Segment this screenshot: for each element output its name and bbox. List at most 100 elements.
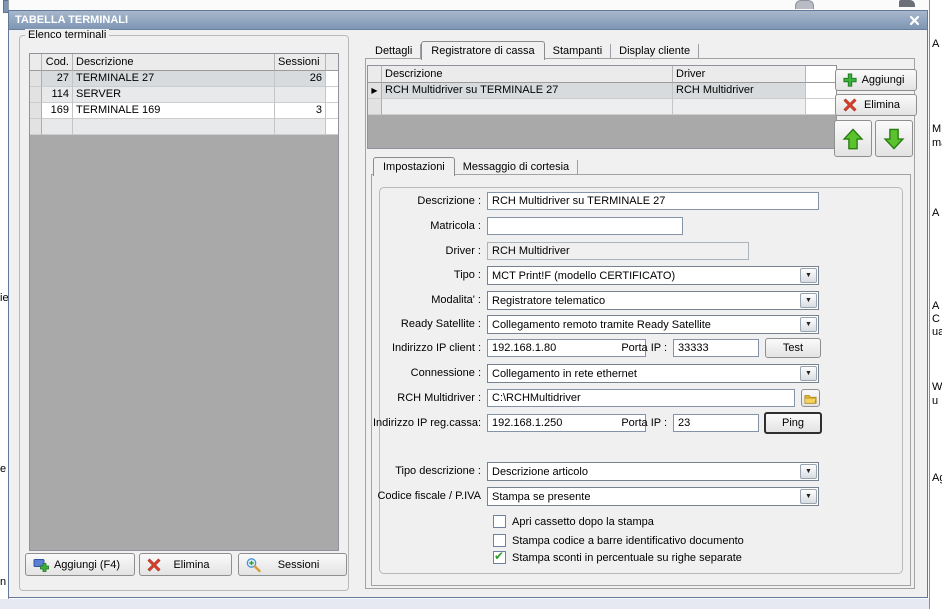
col-descrizione[interactable]: Descrizione	[73, 54, 275, 71]
background-text-fragment: W	[932, 381, 942, 393]
checkbox-apri-cassetto[interactable]: Apri cassetto dopo la stampa	[493, 514, 654, 529]
chevron-down-icon[interactable]: ▼	[800, 317, 817, 332]
cell-filler	[806, 83, 836, 99]
x-red-icon	[843, 98, 857, 112]
background-window-bottom	[0, 599, 942, 609]
tipo-label: Tipo :	[453, 269, 481, 281]
registers-grid[interactable]: Descrizione Driver ▶ RCH Multidriver su …	[367, 65, 837, 149]
cell-descrizione	[73, 119, 275, 135]
table-row-empty[interactable]	[30, 119, 338, 135]
background-toolbar-icon	[899, 0, 915, 7]
table-row-empty[interactable]	[368, 99, 836, 115]
chevron-down-icon[interactable]: ▼	[800, 366, 817, 381]
chevron-down-icon[interactable]: ▼	[800, 489, 817, 504]
row-selector	[368, 99, 382, 115]
checkbox-box[interactable]	[493, 534, 506, 547]
chevron-down-icon[interactable]: ▼	[800, 268, 817, 283]
dialog-title: TABELLA TERMINALI	[15, 14, 129, 26]
selected-value: MCT Print!F (modello CERTIFICATO)	[492, 270, 676, 282]
checkbox-label: Apri cassetto dopo la stampa	[512, 515, 654, 528]
table-row-selected[interactable]: 169 TERMINALE 169 3	[30, 103, 338, 119]
button-label: Aggiungi (F4)	[53, 558, 121, 571]
button-label: Elimina	[173, 558, 210, 571]
tipo-select[interactable]: MCT Print!F (modello CERTIFICATO) ▼	[487, 266, 819, 285]
detail-tabs: Dettagli Registratore di cassa Stampanti…	[367, 40, 700, 60]
button-label: Ping	[781, 417, 805, 429]
rch-path-label: RCH Multidriver :	[397, 392, 481, 404]
rch-path-input[interactable]: C:\RCHMultidriver	[487, 389, 795, 407]
checkbox-box[interactable]	[493, 515, 506, 528]
background-toolbar-icon	[795, 0, 814, 9]
driver-label: Driver :	[445, 245, 481, 257]
background-text-fragment: Ag	[932, 472, 942, 484]
col-cod[interactable]: Cod.	[42, 54, 73, 71]
selected-value: Registratore telematico	[492, 295, 606, 307]
porta-ip-client-label: Porta IP :	[621, 342, 667, 354]
tipo-descrizione-select[interactable]: Descrizione articolo ▼	[487, 462, 819, 481]
cell-descrizione: TERMINALE 27	[73, 71, 275, 87]
close-icon[interactable]	[907, 14, 921, 27]
cell-filler	[326, 87, 338, 103]
table-row[interactable]: 27 TERMINALE 27 26	[30, 71, 338, 87]
button-label: Elimina	[863, 99, 901, 111]
titlebar[interactable]: TABELLA TERMINALI	[9, 11, 927, 30]
chevron-down-icon[interactable]: ▼	[800, 464, 817, 479]
button-label: Test	[782, 342, 804, 354]
move-down-button[interactable]	[875, 120, 913, 157]
checkbox-stampa-sconti[interactable]: ✔ Stampa sconti in percentuale su righe …	[493, 549, 742, 565]
background-text-fragment: A	[932, 207, 940, 219]
descrizione-label: Descrizione :	[417, 195, 481, 207]
screen: ie e n A M ma A A C ua W u Ag TABELLA TE…	[0, 0, 942, 609]
add-terminal-button[interactable]: Aggiungi (F4)	[25, 553, 135, 576]
add-register-button[interactable]: Aggiungi	[835, 69, 917, 91]
row-marker-icon: ▶	[368, 83, 382, 99]
cell-filler	[326, 119, 338, 135]
cell-sessioni	[275, 87, 326, 103]
descrizione-input[interactable]: RCH Multidriver su TERMINALE 27	[487, 192, 819, 210]
porta-ip-client-input[interactable]: 33333	[673, 339, 759, 357]
delete-register-button[interactable]: Elimina	[835, 94, 917, 116]
row-selector	[30, 87, 42, 103]
cell-cod: 27	[42, 71, 73, 87]
checkbox-box[interactable]: ✔	[493, 549, 506, 564]
table-row-selected[interactable]: ▶ RCH Multidriver su TERMINALE 27 RCH Mu…	[368, 83, 836, 99]
col-filler	[326, 54, 338, 71]
chevron-down-icon[interactable]: ▼	[800, 293, 817, 308]
cell-descrizione: TERMINALE 169	[73, 103, 275, 119]
background-text-fragment: ua	[932, 326, 942, 338]
col-descrizione[interactable]: Descrizione	[382, 66, 673, 83]
cell-filler	[326, 103, 338, 119]
checkbox-stampa-codice-barre[interactable]: Stampa codice a barre identificativo doc…	[493, 533, 744, 548]
table-row[interactable]: 114 SERVER	[30, 87, 338, 103]
ip-regcassa-label: Indirizzo IP reg.cassa:	[372, 417, 481, 429]
porta-ip-regcassa-input[interactable]: 23	[673, 414, 759, 432]
background-text-fragment: A	[932, 300, 940, 312]
cell-sessioni: 26	[275, 71, 326, 87]
tab-registratore-di-cassa[interactable]: Registratore di cassa	[421, 41, 545, 60]
tab-messaggio-di-cortesia[interactable]: Messaggio di cortesia	[455, 160, 579, 175]
delete-terminal-button[interactable]: Elimina	[139, 553, 232, 576]
arrow-up-green-icon	[842, 127, 864, 151]
tab-dettagli[interactable]: Dettagli	[367, 44, 422, 59]
tab-stampanti[interactable]: Stampanti	[545, 44, 612, 59]
plus-green-icon	[843, 73, 857, 87]
col-driver[interactable]: Driver	[673, 66, 806, 83]
tab-impostazioni[interactable]: Impostazioni	[373, 157, 455, 176]
tab-display-cliente[interactable]: Display cliente	[611, 44, 700, 59]
terminals-grid[interactable]: Cod. Descrizione Sessioni 27 TERMINALE 2…	[29, 53, 339, 551]
test-button[interactable]: Test	[765, 338, 821, 358]
ping-button[interactable]: Ping	[764, 412, 822, 434]
connessione-select[interactable]: Collegamento in rete ethernet ▼	[487, 364, 819, 383]
col-sessioni[interactable]: Sessioni	[275, 54, 326, 71]
browse-folder-button[interactable]	[801, 389, 820, 407]
codice-fiscale-select[interactable]: Stampa se presente ▼	[487, 487, 819, 506]
cell-sessioni: 3	[275, 103, 326, 119]
move-up-button[interactable]	[834, 120, 872, 157]
x-red-icon	[147, 558, 161, 572]
sessions-button[interactable]: Sessioni	[238, 553, 347, 576]
cell-driver	[673, 99, 806, 115]
driver-field: RCH Multidriver	[487, 242, 749, 260]
modalita-select[interactable]: Registratore telematico ▼	[487, 291, 819, 310]
matricola-input[interactable]	[487, 217, 683, 235]
ready-satellite-select[interactable]: Collegamento remoto tramite Ready Satell…	[487, 315, 819, 334]
